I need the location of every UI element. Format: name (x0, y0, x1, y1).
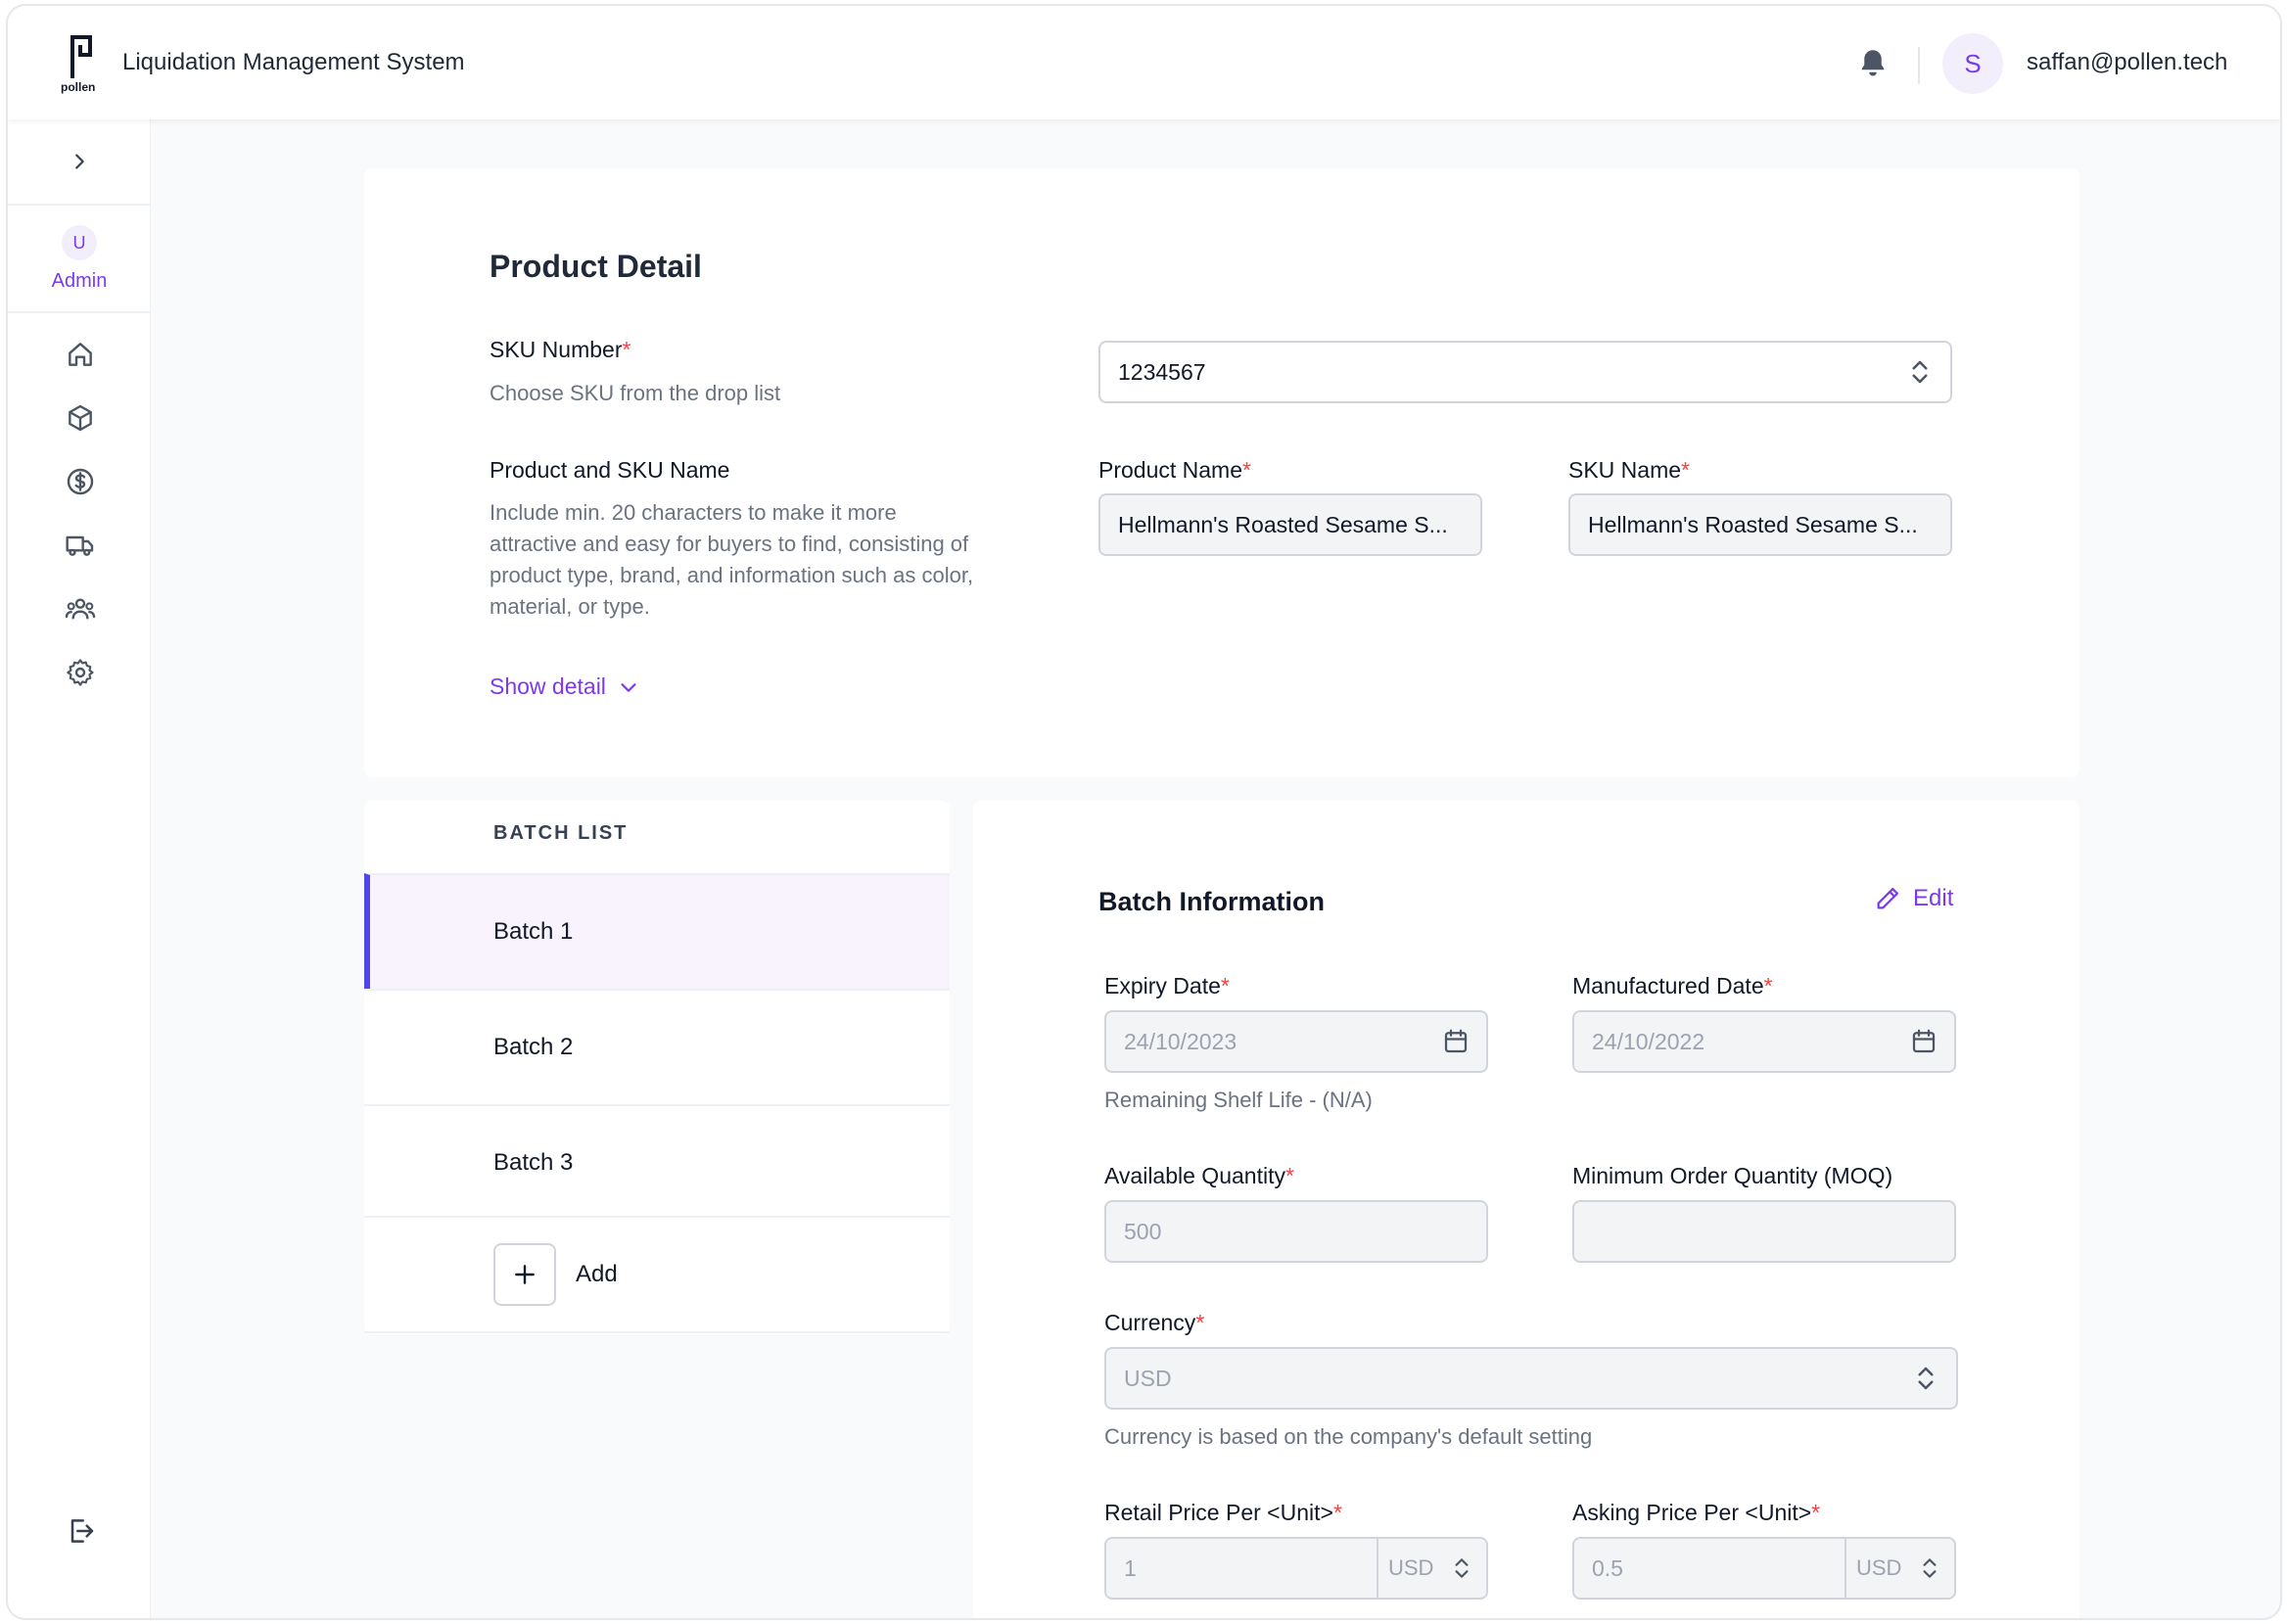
top-header: pollen Liquidation Management System S s… (8, 6, 2280, 119)
sku-number-select[interactable]: 1234567 (1098, 341, 1952, 403)
sidebar-role: Admin (51, 270, 108, 292)
product-name-value: Hellmann's Roasted Sesame S... (1118, 511, 1448, 537)
retail-price-currency-select[interactable]: USD (1377, 1539, 1486, 1598)
sku-number-label: SKU Number* (490, 337, 631, 362)
manufactured-date-field[interactable]: 24/10/2022 (1572, 1010, 1956, 1073)
chevron-updown-icon (1923, 1558, 1937, 1578)
users-icon[interactable] (65, 593, 96, 625)
chevron-updown-icon (1912, 360, 1928, 384)
plus-icon (515, 1265, 535, 1284)
add-batch-label: Add (576, 1261, 618, 1287)
available-quantity-label: Available Quantity* (1104, 1163, 1294, 1188)
chevron-right-icon (75, 154, 84, 169)
asking-price-label: Asking Price Per <Unit>* (1572, 1500, 1821, 1525)
batch-information-panel: Batch Information Edit Expiry Date* 24/1… (973, 801, 2079, 1618)
calendar-icon[interactable] (1441, 1027, 1471, 1056)
currency-select[interactable]: USD (1104, 1347, 1958, 1410)
box-icon[interactable] (65, 402, 96, 434)
sku-name-field[interactable]: Hellmann's Roasted Sesame S... (1568, 493, 1952, 556)
add-batch-row: Add (364, 1216, 950, 1333)
pencil-icon (1877, 887, 1899, 909)
retail-price-currency: USD (1388, 1555, 1434, 1580)
app-title: Liquidation Management System (122, 49, 465, 75)
header-divider (1918, 47, 1920, 84)
show-detail-label: Show detail (490, 673, 606, 699)
currency-label: Currency* (1104, 1310, 1205, 1335)
batch-information-title: Batch Information (1098, 887, 1326, 916)
page-title: Product Detail (490, 249, 702, 284)
user-email[interactable]: saffan@pollen.tech (2027, 49, 2227, 76)
manufactured-date-value: 24/10/2022 (1592, 1028, 1705, 1054)
calendar-icon[interactable] (1909, 1027, 1938, 1056)
available-quantity-field[interactable]: 500 (1104, 1200, 1488, 1263)
expiry-date-label: Expiry Date* (1104, 973, 1230, 998)
sku-number-value: 1234567 (1118, 358, 1206, 385)
sidebar: U Admin (8, 119, 151, 1618)
product-name-field[interactable]: Hellmann's Roasted Sesame S... (1098, 493, 1482, 556)
asking-price-currency: USD (1856, 1555, 1902, 1580)
chevron-updown-icon (1918, 1367, 1934, 1390)
truck-icon[interactable] (65, 530, 96, 561)
edit-button[interactable]: Edit (1874, 885, 1953, 912)
batch-item-3[interactable]: Batch 3 (364, 1104, 950, 1220)
available-quantity-value: 500 (1124, 1218, 1162, 1244)
logo-wordmark: pollen (61, 80, 96, 94)
moq-field[interactable] (1572, 1200, 1956, 1263)
currency-value: USD (1124, 1365, 1172, 1391)
batch-item-2[interactable]: Batch 2 (364, 989, 950, 1104)
asking-price-field[interactable]: 0.5 USD (1572, 1537, 1956, 1600)
retail-price-value: 1 (1124, 1554, 1137, 1581)
sku-name-label: SKU Name* (1568, 457, 1690, 483)
product-detail-card: Product Detail SKU Number* Choose SKU fr… (364, 168, 2079, 777)
logout-icon[interactable] (65, 1515, 96, 1547)
retail-price-field[interactable]: 1 USD (1104, 1537, 1488, 1600)
chevron-down-icon (621, 682, 636, 692)
show-detail-link[interactable]: Show detail (490, 673, 639, 700)
manufactured-date-label: Manufactured Date* (1572, 973, 1773, 998)
app-window: pollen Liquidation Management System S s… (6, 4, 2282, 1620)
dollar-icon[interactable] (65, 466, 96, 497)
batch-list-header: BATCH LIST (493, 822, 629, 844)
edit-label: Edit (1913, 885, 1954, 911)
product-sku-name-helper: Include min. 20 characters to make it mo… (490, 500, 974, 619)
chevron-updown-icon (1455, 1558, 1469, 1578)
currency-helper: Currency is based on the company's defau… (1104, 1424, 1593, 1449)
expiry-date-value: 24/10/2023 (1124, 1028, 1237, 1054)
gear-icon[interactable] (65, 657, 96, 688)
batch-item-1[interactable]: Batch 1 (364, 873, 950, 989)
sku-name-value: Hellmann's Roasted Sesame S... (1588, 511, 1918, 537)
avatar[interactable]: S (1942, 33, 2003, 94)
sidebar-expand-button[interactable] (8, 119, 151, 206)
batch-list-panel: BATCH LIST Batch 1 Batch 2 Batch 3 Add (364, 801, 950, 1334)
asking-price-currency-select[interactable]: USD (1844, 1539, 1954, 1598)
sku-number-helper: Choose SKU from the drop list (490, 381, 781, 405)
asking-price-value: 0.5 (1592, 1554, 1623, 1581)
expiry-date-field[interactable]: 24/10/2023 (1104, 1010, 1488, 1073)
retail-price-label: Retail Price Per <Unit>* (1104, 1500, 1342, 1525)
add-batch-button[interactable] (493, 1243, 556, 1306)
bell-icon[interactable] (1858, 47, 1888, 80)
product-sku-name-label: Product and SKU Name (490, 457, 730, 483)
moq-label: Minimum Order Quantity (MOQ) (1572, 1163, 1893, 1188)
product-name-label: Product Name* (1098, 457, 1251, 483)
sidebar-avatar: U (62, 225, 97, 260)
sidebar-user: U Admin (8, 206, 151, 313)
home-icon[interactable] (65, 339, 96, 370)
shelf-life-text: Remaining Shelf Life - (N/A) (1104, 1088, 1373, 1112)
